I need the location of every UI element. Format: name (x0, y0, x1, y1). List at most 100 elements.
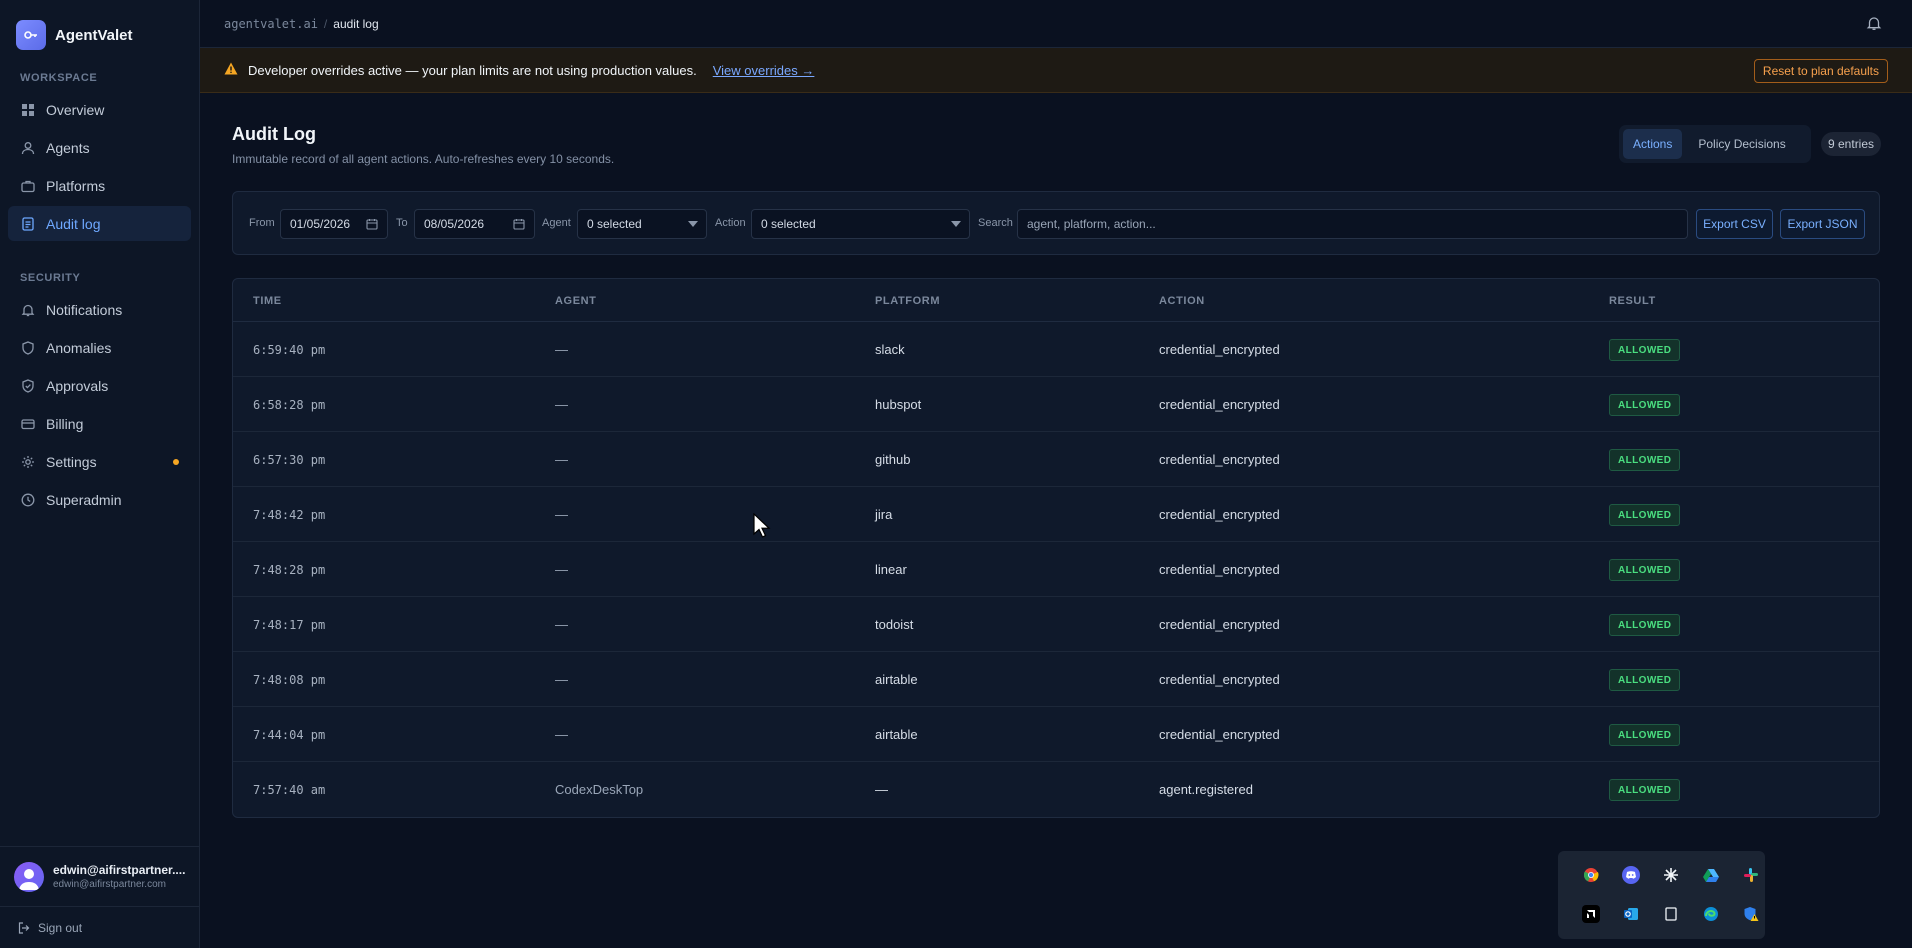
reset-to-plan-defaults-button[interactable]: Reset to plan defaults (1753, 59, 1888, 83)
user-profile[interactable]: edwin@aifirstpartner.... edwin@aifirstpa… (0, 846, 200, 906)
chrome-icon[interactable] (1582, 866, 1600, 884)
column-header-result[interactable]: RESULT (1609, 295, 1656, 307)
table-row[interactable]: 6:57:30 pm — github credential_encrypted ALL… (233, 432, 1879, 487)
sparkle-icon[interactable] (1662, 866, 1680, 884)
sidebar-item-platforms[interactable]: Platforms (8, 168, 191, 203)
sidebar-item-label: Approvals (46, 377, 109, 394)
clock-icon (20, 492, 36, 508)
user-icon (20, 140, 36, 156)
sidebar-item-overview[interactable]: Overview (8, 92, 191, 127)
defender-warning-icon[interactable] (1742, 905, 1760, 923)
outlook-icon[interactable] (1622, 905, 1640, 923)
sidebar-item-superadmin[interactable]: Superadmin (8, 482, 191, 517)
cell-time: 7:48:42 pm (253, 508, 326, 522)
drive-icon[interactable] (1702, 866, 1720, 884)
cell-platform: slack (875, 342, 905, 357)
sidebar-item-approvals[interactable]: Approvals (8, 368, 191, 403)
edge-icon[interactable] (1702, 905, 1720, 923)
table-header: TIME AGENT PLATFORM ACTION RESULT (233, 279, 1879, 322)
from-date-value: 01/05/2026 (290, 217, 351, 231)
table-row[interactable]: 6:59:40 pm — slack credential_encrypted ALLO… (233, 322, 1879, 377)
sidebar-item-anomalies[interactable]: Anomalies (8, 330, 191, 365)
status-badge: ALLOWED (1609, 394, 1681, 416)
user-email: edwin@aifirstpartner.com (53, 879, 166, 890)
sign-out-icon (18, 921, 30, 934)
banner-message: Developer overrides active — your plan l… (248, 62, 697, 78)
sidebar-item-billing[interactable]: Billing (8, 406, 191, 441)
slack-icon[interactable] (1742, 866, 1760, 884)
calendar-icon[interactable] (366, 218, 378, 233)
status-badge: ALLOWED (1609, 614, 1681, 636)
sidebar: AgentValet WORKSPACE Overview Agents Pla… (0, 0, 200, 948)
table-row[interactable]: 7:48:42 pm — jira credential_encrypted ALLOW… (233, 487, 1879, 542)
sidebar-item-notifications[interactable]: Notifications (8, 292, 191, 327)
sidebar-item-settings[interactable]: Settings (8, 444, 191, 479)
warning-icon (224, 62, 238, 78)
page-title: Audit Log (232, 124, 316, 144)
table-row[interactable]: 7:48:08 pm — airtable credential_encrypted A… (233, 652, 1879, 707)
column-header-time[interactable]: TIME (253, 295, 282, 307)
column-header-platform[interactable]: PLATFORM (875, 295, 940, 307)
section-label-security: SECURITY (20, 272, 81, 284)
tablet-icon[interactable] (1662, 905, 1680, 923)
action-select[interactable]: 0 selected (751, 209, 970, 239)
sidebar-item-label: Settings (46, 453, 97, 470)
bell-icon (20, 302, 36, 318)
cell-platform: github (875, 452, 911, 467)
sign-out-button[interactable]: Sign out (0, 906, 200, 948)
cell-time: 7:57:40 am (253, 783, 326, 797)
breadcrumb-root[interactable]: agentvalet.ai (224, 17, 318, 31)
brand[interactable]: AgentValet (0, 0, 199, 70)
column-header-action[interactable]: ACTION (1159, 295, 1205, 307)
table-row[interactable]: 7:57:40 am CodexDeskTop — agent.registered A… (233, 762, 1879, 817)
section-label-workspace: WORKSPACE (20, 72, 98, 84)
sidebar-item-label: Platforms (46, 177, 106, 194)
from-date-input[interactable]: 01/05/2026 (280, 209, 388, 239)
table-row[interactable]: 6:58:28 pm — hubspot credential_encrypted AL… (233, 377, 1879, 432)
table-row[interactable]: 7:44:04 pm — airtable credential_encrypted A… (233, 707, 1879, 762)
cell-agent: — (555, 727, 568, 742)
agent-select[interactable]: 0 selected (577, 209, 707, 239)
sidebar-item-label: Superadmin (46, 491, 122, 508)
sidebar-item-label: Billing (46, 415, 84, 432)
column-header-agent[interactable]: AGENT (555, 295, 597, 307)
discord-icon[interactable] (1622, 866, 1640, 884)
tab-actions[interactable]: Actions (1623, 129, 1683, 159)
cell-action: credential_encrypted (1159, 452, 1280, 467)
settings-indicator-dot (173, 459, 179, 465)
cell-time: 6:59:40 pm (253, 343, 326, 357)
cell-action: credential_encrypted (1159, 342, 1280, 357)
topbar: agentvalet.ai / audit log (200, 0, 1912, 48)
sidebar-item-audit-log[interactable]: Audit log (8, 206, 191, 241)
credit-card-icon (20, 416, 36, 432)
table-row[interactable]: 7:48:17 pm — todoist credential_encrypted AL… (233, 597, 1879, 652)
table-row[interactable]: 7:48:28 pm — linear credential_encrypted ALL… (233, 542, 1879, 597)
cell-agent: — (555, 562, 568, 577)
to-date-input[interactable]: 08/05/2026 (414, 209, 535, 239)
cell-platform: airtable (875, 727, 918, 742)
cell-time: 7:48:17 pm (253, 618, 326, 632)
export-json-button[interactable]: Export JSON (1780, 209, 1865, 239)
cell-action: credential_encrypted (1159, 672, 1280, 687)
tab-policy-decisions[interactable]: Policy Decisions (1688, 129, 1795, 159)
amd-icon[interactable] (1582, 905, 1600, 923)
export-csv-button[interactable]: Export CSV (1696, 209, 1773, 239)
search-input[interactable]: agent, platform, action... (1017, 209, 1688, 239)
table-body: 6:59:40 pm — slack credential_encrypted ALLO… (233, 322, 1879, 817)
cell-action: credential_encrypted (1159, 562, 1280, 577)
status-badge: ALLOWED (1609, 669, 1681, 691)
calendar-icon[interactable] (513, 218, 525, 233)
cell-agent: — (555, 452, 568, 467)
view-overrides-link[interactable]: View overrides → (713, 63, 815, 78)
grid-icon (20, 102, 36, 118)
brand-name: AgentValet (55, 26, 133, 44)
status-badge: ALLOWED (1609, 779, 1681, 801)
action-select-value: 0 selected (761, 217, 816, 231)
notifications-bell-icon[interactable] (1866, 15, 1882, 34)
entries-count-badge: 9 entries (1821, 132, 1882, 156)
cell-action: credential_encrypted (1159, 617, 1280, 632)
status-badge: ALLOWED (1609, 559, 1681, 581)
sidebar-item-agents[interactable]: Agents (8, 130, 191, 165)
sidebar-item-label: Notifications (46, 301, 123, 318)
cell-platform: hubspot (875, 397, 922, 412)
